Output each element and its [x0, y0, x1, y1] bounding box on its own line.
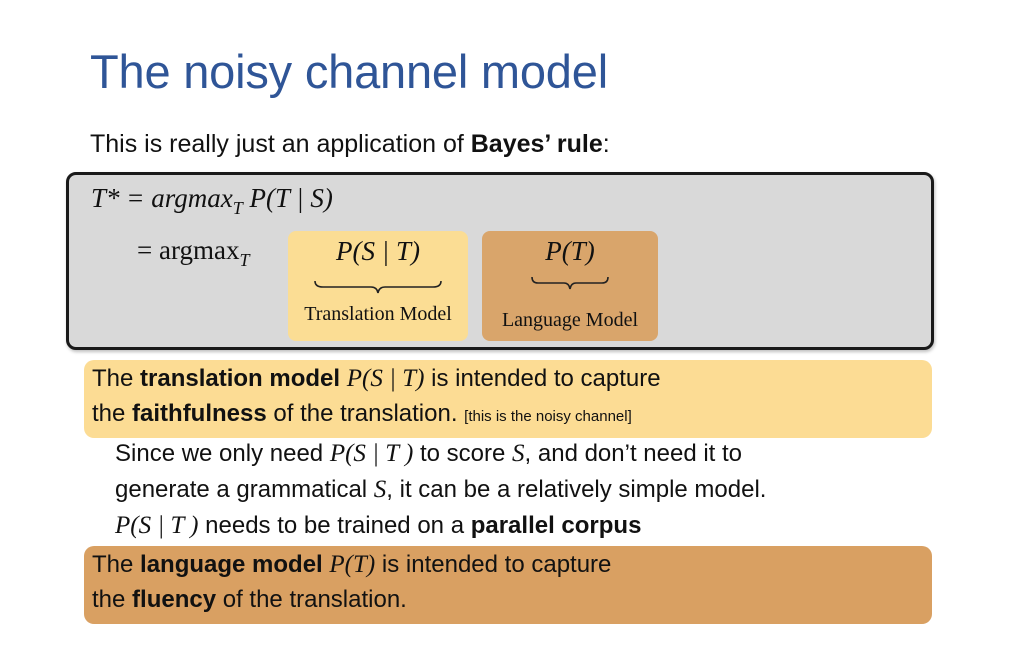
equation-line-2: = argmaxT	[137, 235, 249, 271]
translation-model-expression: P(S | T)	[336, 236, 420, 266]
translation-model-label: Translation Model	[304, 303, 452, 325]
language-model-math: P(T)	[329, 551, 376, 578]
intro-line: This is really just an application of Ba…	[90, 130, 610, 159]
language-model-expression: P(T)	[545, 236, 595, 266]
detail-line-1a: Since we only need P(S | T ) to score S,…	[115, 440, 742, 468]
underbrace-icon	[314, 280, 442, 294]
intro-text: This is really just an application of	[90, 130, 471, 158]
language-model-line-1: The language model P(T) is intended to c…	[92, 551, 611, 579]
equation-box: T* = argmaxT P(T | S) = argmaxT P(S | T)…	[66, 172, 934, 350]
text: generate a grammatical	[115, 476, 374, 503]
math-s: S	[512, 440, 525, 467]
text: needs to be trained on a	[198, 512, 471, 539]
text: The	[92, 551, 141, 578]
parallel-corpus-term: parallel corpus	[470, 512, 642, 539]
math-s: S	[373, 476, 387, 503]
text: to score	[413, 440, 513, 467]
underbrace-icon	[531, 276, 609, 290]
argmax-subscript-2: T	[239, 250, 250, 270]
fluency-term: fluency	[132, 586, 217, 613]
text: is intended to capture	[375, 551, 612, 578]
translation-model-line-1: The translation model P(S | T) is intend…	[92, 365, 661, 393]
text: of the translation.	[216, 586, 407, 613]
intro-colon: :	[602, 130, 610, 158]
text: Since we only need	[115, 440, 330, 467]
language-model-label: Language Model	[501, 309, 639, 331]
language-model-term-bold: language model	[140, 551, 323, 578]
text: the	[92, 400, 133, 427]
equation-argmax: = argmax	[137, 235, 240, 265]
translation-model-term-bold: translation model	[140, 365, 341, 392]
detail-line-2: P(S | T ) needs to be trained on a paral…	[115, 512, 641, 540]
equation-lhs: T* = argmax	[91, 183, 233, 213]
argmax-subscript: T	[232, 198, 243, 218]
math-p-s-given-t: P(S | T )	[329, 440, 414, 467]
faithfulness-term: faithfulness	[132, 400, 267, 427]
language-model-term: P(T) Language Model	[482, 231, 658, 341]
translation-model-box: The translation model P(S | T) is intend…	[84, 360, 932, 438]
text: is intended to capture	[424, 365, 661, 392]
equation-posterior: P(T | S)	[242, 183, 333, 213]
slide-title: The noisy channel model	[90, 45, 608, 98]
bayes-rule-term: Bayes’ rule	[470, 130, 603, 158]
text: The	[92, 365, 141, 392]
detail-line-1b: generate a grammatical S, it can be a re…	[115, 476, 766, 504]
equation-line-1: T* = argmaxT P(T | S)	[91, 183, 333, 219]
translation-model-math: P(S | T)	[346, 365, 425, 392]
math-p-s-given-t: P(S | T )	[115, 512, 199, 539]
text: the	[92, 586, 133, 613]
text: of the translation.	[266, 400, 458, 427]
language-model-line-2: the fluency of the translation.	[92, 586, 407, 614]
text: , it can be a relatively simple model.	[386, 476, 767, 503]
translation-model-line-2: the faithfulness of the translation. [th…	[92, 400, 632, 428]
text: , and don’t need it to	[524, 440, 743, 467]
language-model-box: The language model P(T) is intended to c…	[84, 546, 932, 624]
noisy-channel-note: [this is the noisy channel]	[464, 408, 632, 425]
translation-model-term: P(S | T) Translation Model	[288, 231, 468, 341]
